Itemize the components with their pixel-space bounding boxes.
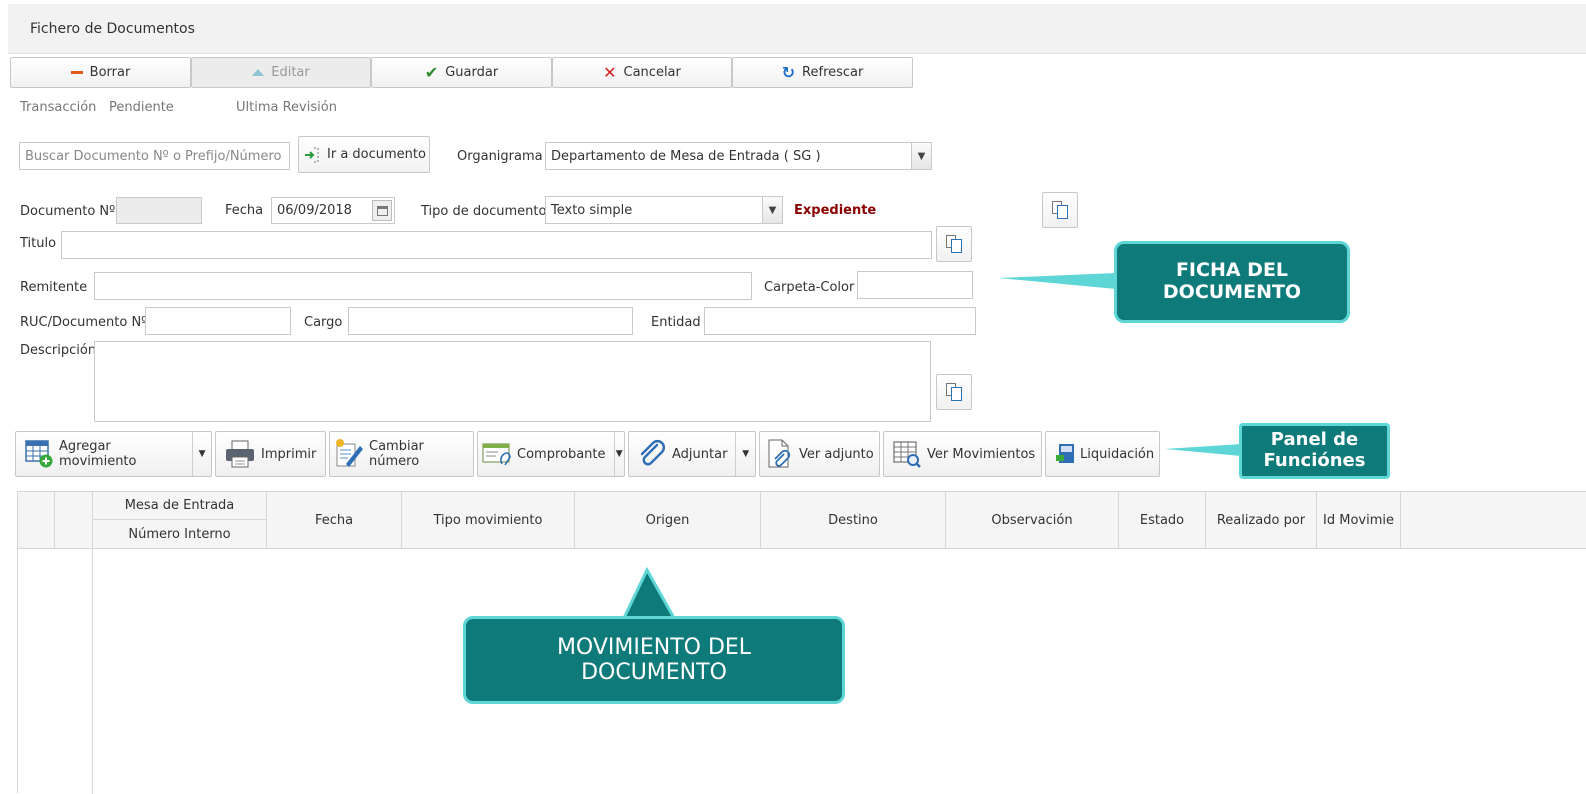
ficha-callout-line1: FICHA DEL: [1175, 259, 1289, 282]
panel-callout: Panel de Funciónes: [1239, 423, 1390, 479]
movimiento-callout-line2: DOCUMENTO: [581, 660, 727, 685]
movimiento-callout: MOVIMIENTO DEL DOCUMENTO: [463, 616, 845, 704]
ficha-callout-line2: DOCUMENTO: [1162, 281, 1302, 303]
ficha-pointer: [998, 273, 1116, 289]
movimiento-pointer: [621, 566, 677, 620]
panel-pointer: [1165, 444, 1241, 456]
panel-callout-line2: Funciónes: [1263, 450, 1366, 471]
panel-callout-line1: Panel de: [1270, 429, 1359, 451]
movimiento-callout-line1: MOVIMIENTO DEL: [556, 634, 752, 660]
ficha-callout: FICHA DEL DOCUMENTO: [1114, 241, 1350, 323]
